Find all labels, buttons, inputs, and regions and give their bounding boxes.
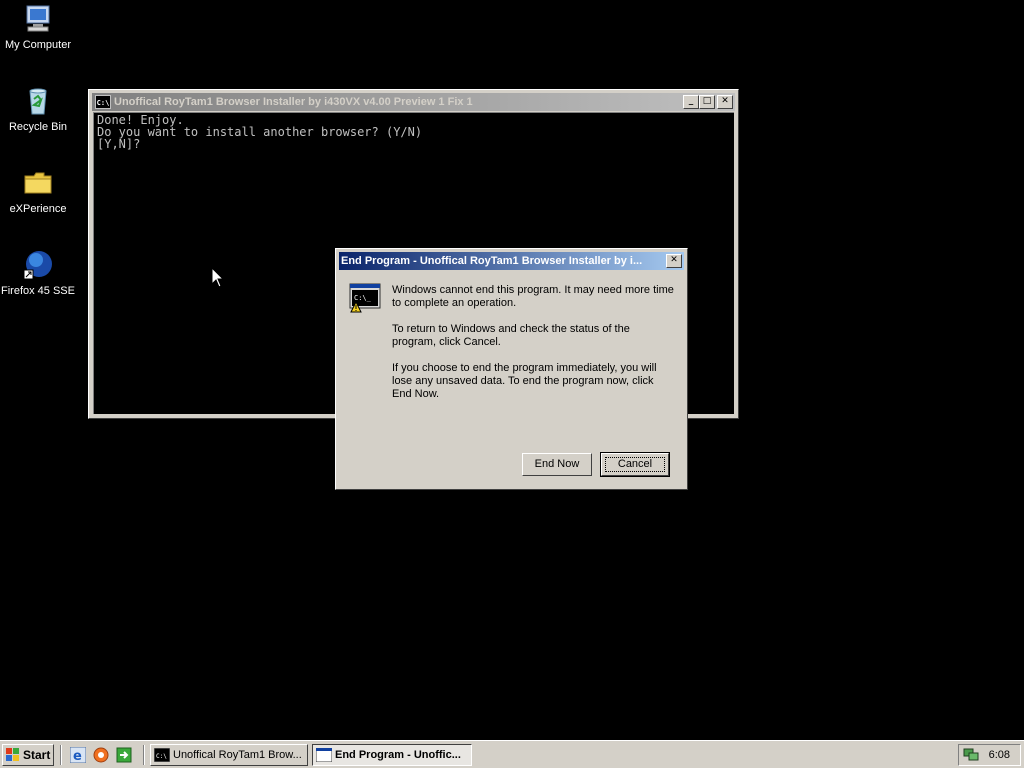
taskbar-item-console[interactable]: C:\ Unoffical RoyTam1 Brow... bbox=[150, 744, 308, 766]
start-button[interactable]: Start bbox=[2, 744, 54, 766]
desktop-icon-label: eXPerience bbox=[9, 203, 67, 215]
console-icon: C:\ bbox=[95, 95, 111, 109]
start-label: Start bbox=[23, 748, 51, 762]
desktop-icon-experience[interactable]: eXPerience bbox=[0, 167, 76, 215]
svg-text:C:\_: C:\_ bbox=[354, 294, 372, 302]
clock[interactable]: 6:08 bbox=[989, 745, 1010, 765]
dialog-title: End Program - Unoffical RoyTam1 Browser … bbox=[341, 255, 643, 267]
folder-icon bbox=[22, 167, 54, 199]
end-now-label: End Now bbox=[534, 458, 580, 470]
dialog-paragraph-2: To return to Windows and check the statu… bbox=[392, 323, 630, 348]
show-desktop-icon[interactable] bbox=[116, 747, 132, 763]
dialog-titlebar[interactable]: End Program - Unoffical RoyTam1 Browser … bbox=[339, 252, 684, 270]
console-icon: C:\ bbox=[154, 748, 170, 762]
maximize-button[interactable]: □ bbox=[699, 95, 715, 109]
window-icon bbox=[316, 748, 332, 762]
desktop-icon-my-computer[interactable]: My Computer bbox=[0, 3, 76, 51]
my-computer-icon bbox=[22, 3, 54, 35]
svg-text:C:\: C:\ bbox=[156, 753, 167, 760]
close-button[interactable]: ✕ bbox=[717, 95, 733, 109]
system-tray: 6:08 bbox=[958, 744, 1021, 766]
taskbar-item-label: End Program - Unoffic... bbox=[335, 749, 461, 761]
browser-icon[interactable] bbox=[93, 747, 109, 763]
taskbar-item-label: Unoffical RoyTam1 Brow... bbox=[173, 749, 302, 761]
desktop-icon-recycle-bin[interactable]: Recycle Bin bbox=[0, 85, 76, 133]
taskbar-separator bbox=[143, 745, 145, 765]
firefox-icon bbox=[22, 249, 54, 281]
taskbar-item-end-program[interactable]: End Program - Unoffic... bbox=[312, 744, 472, 766]
dialog-close-button[interactable]: ✕ bbox=[666, 254, 682, 268]
end-now-button[interactable]: End Now bbox=[522, 453, 592, 476]
svg-text:e: e bbox=[73, 749, 82, 763]
focus-rectangle bbox=[605, 457, 665, 472]
taskbar: Start e C:\ Unoffical RoyTam1 Brow... En… bbox=[0, 740, 1024, 768]
desktop-icon-label: Recycle Bin bbox=[8, 121, 68, 133]
desktop-icon-label: Firefox 45 SSE bbox=[1, 285, 75, 297]
minimize-button[interactable]: _ bbox=[683, 95, 699, 109]
console-titlebar[interactable]: C:\ Unoffical RoyTam1 Browser Installer … bbox=[92, 93, 735, 111]
windows-logo-icon bbox=[6, 748, 19, 761]
desktop-icon-label: My Computer bbox=[4, 39, 72, 51]
dialog-paragraph-3: If you choose to end the program immedia… bbox=[392, 362, 657, 400]
console-title: Unoffical RoyTam1 Browser Installer by i… bbox=[114, 96, 473, 108]
cancel-button[interactable]: Cancel bbox=[600, 452, 670, 477]
recycle-bin-icon bbox=[22, 85, 54, 117]
end-program-dialog[interactable]: End Program - Unoffical RoyTam1 Browser … bbox=[335, 248, 688, 490]
mouse-cursor-icon bbox=[211, 267, 225, 288]
network-icon[interactable] bbox=[963, 748, 979, 762]
internet-explorer-icon[interactable]: e bbox=[70, 747, 86, 763]
dialog-message: Windows cannot end this program. It may … bbox=[392, 284, 674, 414]
desktop-icon-firefox[interactable]: Firefox 45 SSE bbox=[0, 249, 76, 297]
dialog-paragraph-1: Windows cannot end this program. It may … bbox=[392, 284, 674, 309]
console-text: Done! Enjoy. Do you want to install anot… bbox=[97, 113, 423, 151]
program-warning-icon: C:\_ bbox=[349, 283, 381, 313]
taskbar-separator bbox=[60, 745, 62, 765]
